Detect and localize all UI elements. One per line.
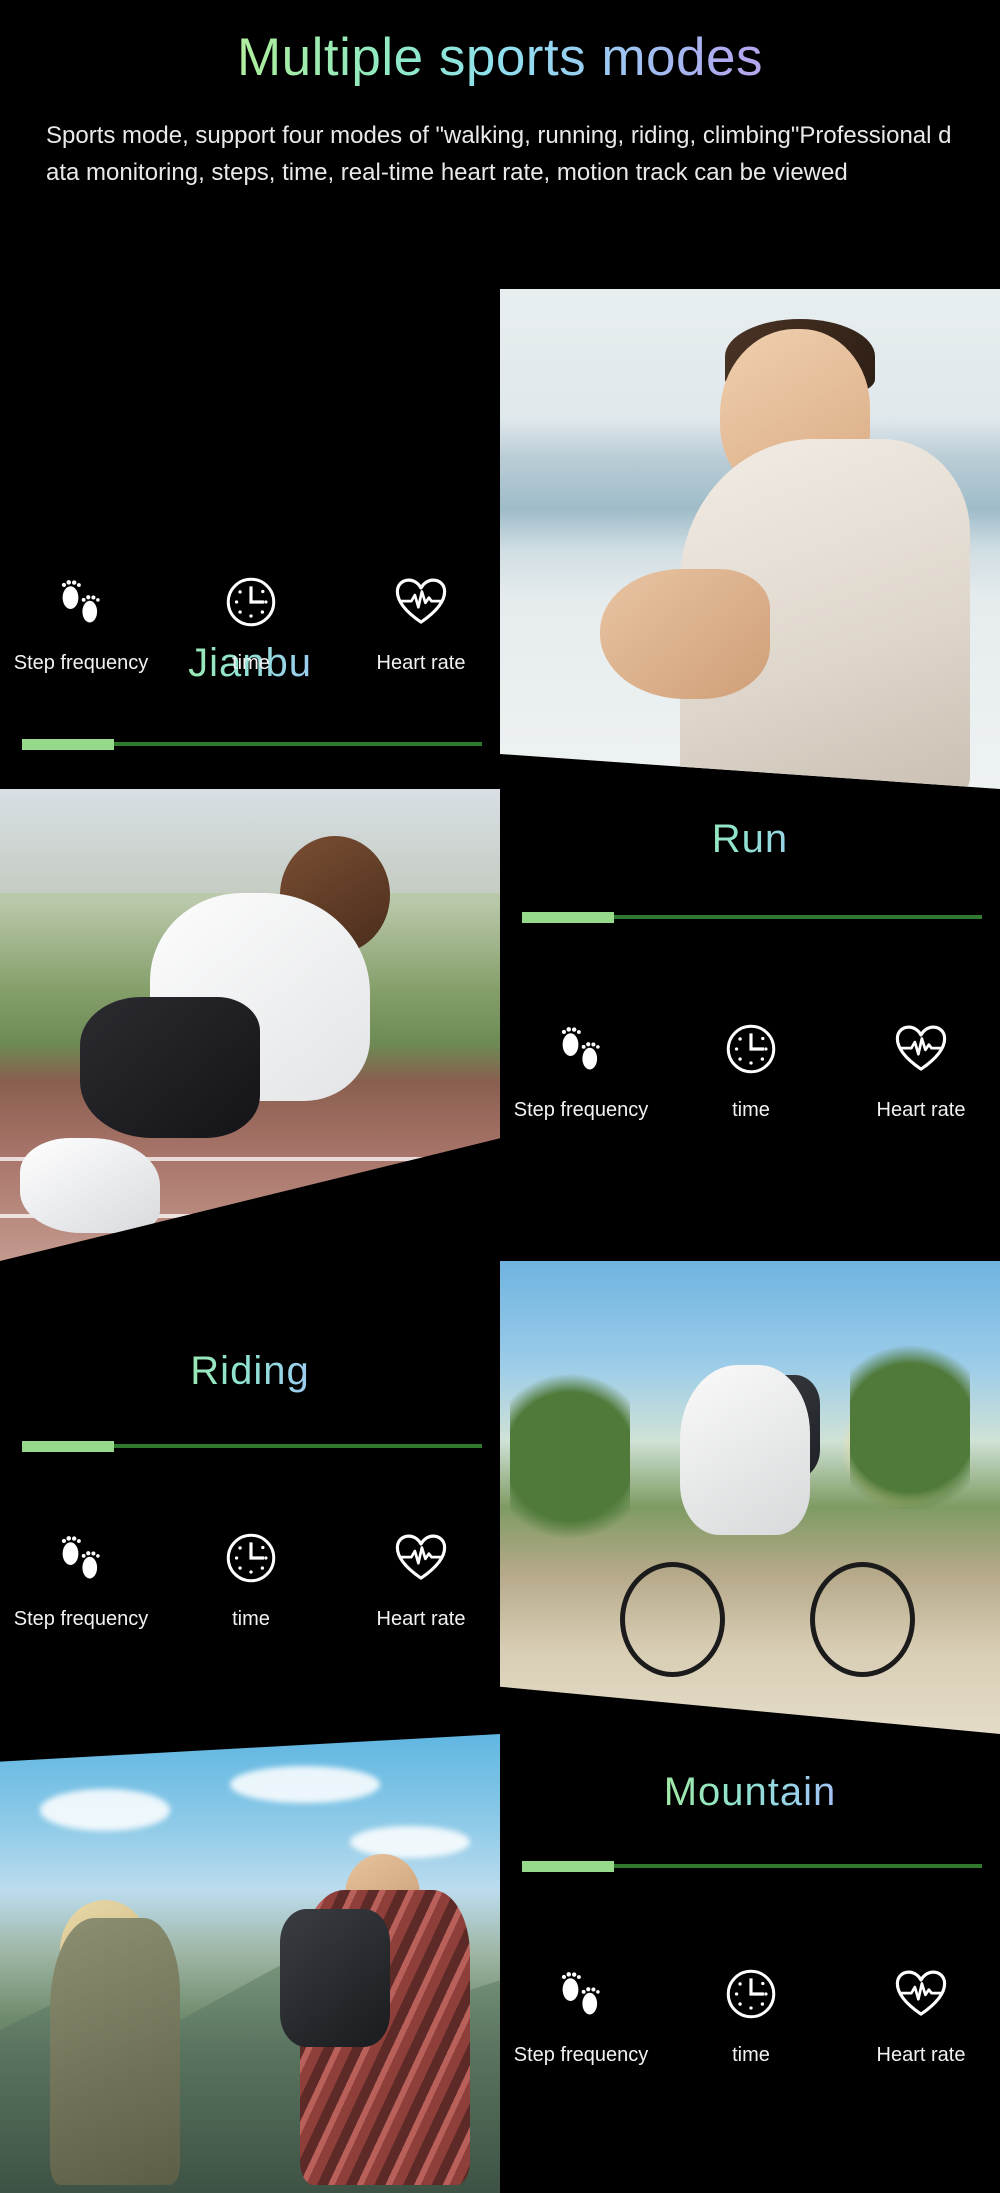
progress-fill: [22, 1441, 114, 1452]
section-riding-metrics: Step frequency time Heart rate: [6, 1526, 496, 1631]
metric-label: Heart rate: [376, 652, 466, 674]
section-jianbu-progress: [22, 739, 482, 750]
section-jianbu-metrics: Step frequency time Heart rate: [6, 570, 496, 675]
section-riding-title: Riding: [0, 1349, 500, 1398]
metric-heart-rate[interactable]: Heart rate: [346, 570, 496, 675]
page-header: Multiple sports modes Sports mode, suppo…: [0, 0, 1000, 191]
metric-step-frequency[interactable]: Step frequency: [506, 1962, 656, 2067]
section-mountain-photo: [0, 1734, 500, 2193]
photo-cyclist: [500, 1261, 1000, 1734]
section-riding-progress: [22, 1441, 482, 1452]
heart-pulse-icon: [889, 1017, 953, 1081]
photo-hikers: [0, 1734, 500, 2193]
footprints-icon: [549, 1962, 613, 2026]
section-run-progress: [522, 912, 982, 923]
metric-heart-rate[interactable]: Heart rate: [846, 1962, 996, 2067]
metric-time[interactable]: time: [176, 1526, 326, 1631]
section-run-metrics: Step frequency time Heart rate: [506, 1017, 996, 1122]
section-run: Run Step frequency time Heart rate: [0, 789, 1000, 1261]
metric-label: Step frequency: [13, 1608, 149, 1630]
section-mountain-metrics: Step frequency time Heart rate: [506, 1962, 996, 2067]
page-description: Sports mode, support four modes of "walk…: [46, 121, 952, 187]
photo-runner-sea: [500, 289, 1000, 789]
metric-label: Step frequency: [513, 2044, 649, 2066]
footprints-icon: [49, 570, 113, 634]
photo-sprinter-track: [0, 789, 500, 1261]
clock-icon: [719, 1962, 783, 2026]
metric-heart-rate[interactable]: Heart rate: [846, 1017, 996, 1122]
section-run-photo: [0, 789, 500, 1261]
section-mountain-title: Mountain: [500, 1770, 1000, 1819]
section-mountain-progress: [522, 1861, 982, 1872]
metric-heart-rate[interactable]: Heart rate: [346, 1526, 496, 1631]
heart-pulse-icon: [389, 570, 453, 634]
metric-label: time: [732, 1099, 770, 1121]
metric-time[interactable]: time: [676, 1962, 826, 2067]
progress-fill: [522, 1861, 614, 1872]
section-run-title: Run: [500, 817, 1000, 866]
metric-label: Heart rate: [876, 1099, 966, 1121]
footprints-icon: [549, 1017, 613, 1081]
metric-time[interactable]: time: [176, 570, 326, 675]
footprints-icon: [49, 1526, 113, 1590]
progress-fill: [22, 739, 114, 750]
metric-label: Step frequency: [513, 1099, 649, 1121]
section-riding-photo: [500, 1261, 1000, 1734]
page-title: Multiple sports modes: [42, 28, 958, 95]
section-jianbu-text-panel: Jianbu Step frequency time Heart rate: [0, 289, 500, 789]
metric-label: time: [732, 2044, 770, 2066]
metric-step-frequency[interactable]: Step frequency: [506, 1017, 656, 1122]
section-jianbu-photo: [500, 289, 1000, 789]
section-mountain: Mountain Step frequency time Heart rate: [0, 1734, 1000, 2193]
heart-pulse-icon: [889, 1962, 953, 2026]
section-riding: Riding Step frequency time Heart rate: [0, 1261, 1000, 1734]
section-jianbu: Jianbu Step frequency time Heart rate: [0, 289, 1000, 789]
section-run-text-panel: Run Step frequency time Heart rate: [500, 789, 1000, 1261]
metric-label: time: [232, 1608, 270, 1630]
heart-pulse-icon: [389, 1526, 453, 1590]
clock-icon: [219, 570, 283, 634]
metric-step-frequency[interactable]: Step frequency: [6, 570, 156, 675]
metric-label: Heart rate: [376, 1608, 466, 1630]
section-riding-text-panel: Riding Step frequency time Heart rate: [0, 1261, 500, 1734]
metric-label: Step frequency: [13, 652, 149, 674]
clock-icon: [219, 1526, 283, 1590]
metric-label: time: [232, 652, 270, 674]
metric-step-frequency[interactable]: Step frequency: [6, 1526, 156, 1631]
clock-icon: [719, 1017, 783, 1081]
sports-modes-page: Multiple sports modes Sports mode, suppo…: [0, 0, 1000, 2193]
metric-label: Heart rate: [876, 2044, 966, 2066]
progress-fill: [522, 912, 614, 923]
section-mountain-text-panel: Mountain Step frequency time Heart rate: [500, 1734, 1000, 2193]
metric-time[interactable]: time: [676, 1017, 826, 1122]
